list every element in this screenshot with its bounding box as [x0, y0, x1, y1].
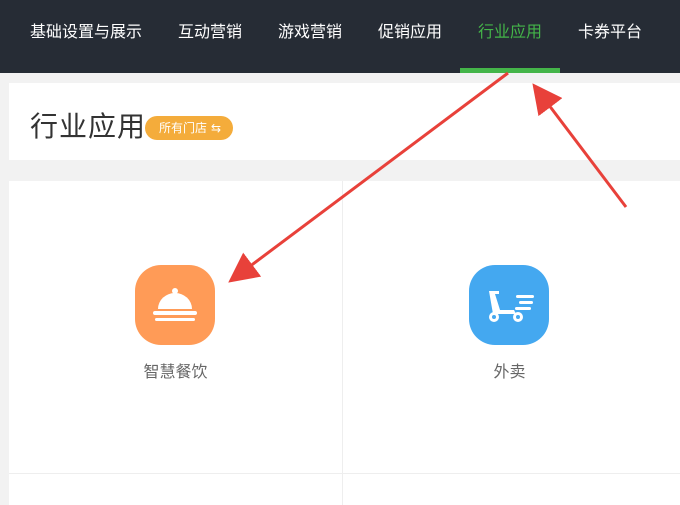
delivery-scooter-icon	[469, 265, 549, 345]
app-tile-smart-dining[interactable]: 智慧餐饮	[9, 181, 342, 473]
store-badge-label: 所有门店	[159, 121, 208, 135]
store-switch-button[interactable]: 所有门店 ⇆	[145, 116, 234, 140]
app-label-takeaway: 外卖	[493, 362, 526, 381]
app-grid: 智慧餐饮 外卖	[9, 181, 680, 505]
dining-cloche-icon	[135, 265, 215, 345]
nav-tab-interactive-marketing[interactable]: 互动营销	[162, 0, 258, 73]
page-header-card: 行业应用 所有门店 ⇆	[9, 83, 680, 160]
nav-tab-promotion-apps[interactable]: 促销应用	[362, 0, 458, 73]
nav-tab-game-marketing[interactable]: 游戏营销	[262, 0, 358, 73]
swap-arrows-icon: ⇆	[211, 121, 222, 135]
nav-tab-coupon-platform[interactable]: 卡券平台	[562, 0, 658, 73]
top-navigation: 基础设置与展示 互动营销 游戏营销 促销应用 行业应用 卡券平台	[0, 0, 680, 73]
active-tab-indicator	[460, 68, 560, 73]
nav-tab-basic-settings[interactable]: 基础设置与展示	[14, 0, 158, 73]
page-title: 行业应用	[30, 110, 147, 143]
app-tile-takeaway[interactable]: 外卖	[343, 181, 676, 473]
app-label-smart-dining: 智慧餐饮	[143, 362, 208, 381]
nav-tab-industry-apps[interactable]: 行业应用	[462, 0, 558, 73]
grid-divider-horizontal	[9, 473, 680, 474]
